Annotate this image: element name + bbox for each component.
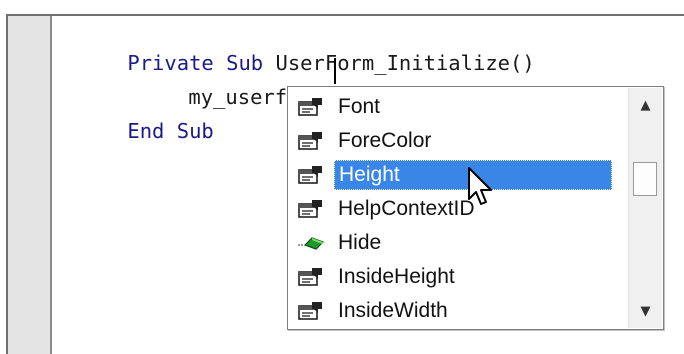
member-list-item[interactable]: Hide <box>296 228 624 258</box>
member-list-item[interactable]: InsideHeight <box>296 262 624 292</box>
member-list-item-label: InsideWidth <box>338 299 448 322</box>
property-icon <box>296 265 326 289</box>
text-caret <box>334 58 336 84</box>
vertical-scrollbar[interactable]: ▲ ▼ <box>628 88 662 328</box>
member-list-item[interactable]: Height <box>296 160 624 190</box>
scroll-up-arrow-icon[interactable]: ▲ <box>629 88 662 122</box>
method-icon <box>296 231 326 255</box>
margin-indicator-bar[interactable] <box>8 16 52 354</box>
member-list-item[interactable]: ForeColor <box>296 126 624 156</box>
scrollbar-thumb[interactable] <box>633 162 657 196</box>
property-icon <box>296 163 326 187</box>
member-list-item-label: HelpContextID <box>338 197 475 220</box>
member-list-item[interactable]: InsideWidth <box>296 296 624 326</box>
property-icon <box>296 95 326 119</box>
member-list-item[interactable]: Font <box>296 92 624 122</box>
member-list-item-label: Hide <box>338 231 382 254</box>
scroll-down-arrow-icon[interactable]: ▼ <box>629 294 662 328</box>
keyword-sub: Sub <box>176 119 214 143</box>
property-icon <box>296 299 326 323</box>
keyword-end: End <box>127 119 165 143</box>
property-icon <box>296 197 326 221</box>
member-list-item-label: InsideHeight <box>338 265 455 288</box>
code-line-3[interactable]: End Sub <box>78 92 214 170</box>
mouse-pointer-icon <box>468 167 492 205</box>
member-list-item[interactable]: HelpContextID <box>296 194 624 224</box>
member-list-item-label: ForeColor <box>338 129 432 152</box>
member-list-item-label: Font <box>338 95 381 118</box>
member-list[interactable]: Font ForeColor Height HelpContextID Hide Insi… <box>288 87 626 329</box>
property-icon <box>296 129 326 153</box>
